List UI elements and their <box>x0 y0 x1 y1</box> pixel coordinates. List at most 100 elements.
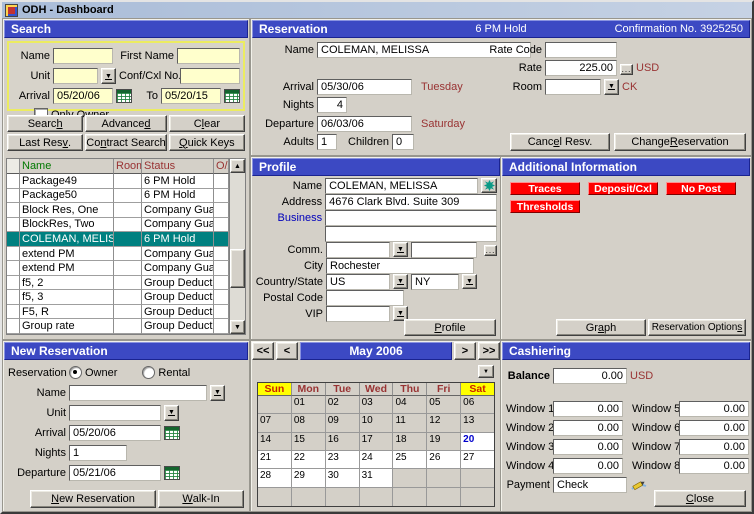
business-field[interactable] <box>325 210 497 226</box>
window-amount-field[interactable]: 0.00 <box>679 420 749 436</box>
nr-unit-field[interactable] <box>69 405 161 421</box>
window-amount-field[interactable]: 0.00 <box>679 401 749 417</box>
search-name-input[interactable] <box>53 48 113 64</box>
calendar-day[interactable]: 26 <box>427 451 461 469</box>
reservation-options-button[interactable]: Reservation Options <box>648 319 746 336</box>
address-field[interactable]: 4676 Clark Blvd. Suite 309 <box>325 194 497 210</box>
results-scrollbar[interactable]: ▲ ▼ <box>229 159 245 334</box>
search-first-name-input[interactable] <box>177 48 240 64</box>
rental-radio[interactable] <box>142 366 155 379</box>
calendar-day[interactable]: 21 <box>258 451 292 469</box>
next-year-button[interactable]: >> <box>478 342 500 360</box>
profile-name-field[interactable]: COLEMAN, MELISSA <box>325 178 478 194</box>
resv-arrival-field[interactable]: 05/30/06 <box>317 79 412 95</box>
window-amount-field[interactable]: 0.00 <box>679 439 749 455</box>
search-arrival-input[interactable]: 05/20/06 <box>53 88 113 104</box>
calendar-day[interactable]: 12 <box>427 414 461 432</box>
column-header-room[interactable]: Room <box>114 159 142 174</box>
nr-departure-field[interactable]: 05/21/06 <box>69 465 161 481</box>
calendar-day[interactable]: 17 <box>360 433 394 451</box>
calendar-day[interactable]: 16 <box>326 433 360 451</box>
scroll-up-button[interactable]: ▲ <box>230 159 245 173</box>
table-row[interactable]: extend PMCompany Guara <box>7 247 229 262</box>
calendar-day[interactable]: 09 <box>326 414 360 432</box>
table-row[interactable]: f5, 3Group Deduct <box>7 290 229 305</box>
balance-field[interactable]: 0.00 <box>553 368 627 384</box>
country-dropdown-button[interactable]: ▼ <box>393 274 408 289</box>
owner-radio[interactable] <box>69 366 82 379</box>
calendar-day[interactable]: 23 <box>326 451 360 469</box>
calendar-day[interactable]: 10 <box>360 414 394 432</box>
calendar-icon[interactable] <box>164 426 180 440</box>
scroll-track[interactable] <box>230 173 245 320</box>
prev-month-button[interactable]: < <box>276 342 298 360</box>
thresholds-lamp[interactable]: Thresholds <box>510 200 580 213</box>
rate-ellipsis-button[interactable]: ... <box>620 64 633 75</box>
scroll-down-button[interactable]: ▼ <box>230 320 245 334</box>
business-label[interactable]: Business <box>255 212 322 224</box>
calendar-day[interactable]: 18 <box>393 433 427 451</box>
calendar-day[interactable]: 11 <box>393 414 427 432</box>
calendar-day[interactable]: 06 <box>461 396 494 414</box>
rate-code-field[interactable] <box>545 42 617 58</box>
scroll-thumb[interactable] <box>230 249 245 287</box>
window-amount-field[interactable]: 0.00 <box>553 439 623 455</box>
change-reservation-button[interactable]: Change Reservation <box>614 133 746 151</box>
nights-field[interactable]: 4 <box>317 97 347 113</box>
calendar-day[interactable]: 27 <box>461 451 494 469</box>
calendar-day[interactable]: 01 <box>292 396 326 414</box>
traces-lamp[interactable]: Traces <box>510 182 580 195</box>
window-amount-field[interactable]: 0.00 <box>553 458 623 474</box>
comm-dropdown-button[interactable]: ▼ <box>393 242 408 257</box>
quick-keys-button[interactable]: Quick Keys <box>169 134 245 151</box>
address2-field[interactable] <box>325 226 497 242</box>
search-unit-input[interactable] <box>53 68 98 84</box>
payment-edit-icon[interactable] <box>630 478 648 492</box>
nr-arrival-field[interactable]: 05/20/06 <box>69 425 161 441</box>
room-dropdown-button[interactable]: ▼ <box>604 79 619 95</box>
calendar-day[interactable]: 14 <box>258 433 292 451</box>
walk-in-button[interactable]: Walk-In <box>158 490 244 508</box>
window-amount-field[interactable]: 0.00 <box>553 401 623 417</box>
profile-search-icon[interactable] <box>481 178 497 193</box>
column-header-name[interactable]: Name <box>20 159 114 174</box>
country-field[interactable]: US <box>326 274 390 290</box>
adults-field[interactable]: 1 <box>317 134 337 150</box>
calendar-day[interactable]: 02 <box>326 396 360 414</box>
calendar-day[interactable]: 04 <box>393 396 427 414</box>
comm-type-field[interactable] <box>326 242 390 258</box>
nr-name-dropdown-button[interactable]: ▼ <box>210 385 225 401</box>
calendar-icon[interactable] <box>116 89 132 103</box>
advanced-button[interactable]: Advanced <box>85 115 167 132</box>
calendar-day[interactable]: 28 <box>258 469 292 487</box>
search-conf-input[interactable] <box>180 68 240 84</box>
calendar-day[interactable]: 29 <box>292 469 326 487</box>
calendar-day[interactable]: 30 <box>326 469 360 487</box>
close-button[interactable]: Close <box>654 490 746 507</box>
table-row[interactable]: Package506 PM Hold <box>7 189 229 204</box>
calendar-icon[interactable] <box>224 89 240 103</box>
state-dropdown-button[interactable]: ▼ <box>462 274 477 289</box>
table-row[interactable]: F5, RGroup Deduct <box>7 305 229 320</box>
vip-field[interactable] <box>326 306 390 322</box>
table-row[interactable]: extend PMCompany Guara <box>7 261 229 276</box>
graph-button[interactable]: Graph <box>556 319 646 336</box>
cancel-resv-button[interactable]: Cancel Resv. <box>510 133 610 151</box>
calendar-day[interactable]: 19 <box>427 433 461 451</box>
nr-name-field[interactable] <box>69 385 207 401</box>
calendar-icon[interactable] <box>164 466 180 480</box>
next-month-button[interactable]: > <box>454 342 476 360</box>
table-row[interactable]: COLEMAN, MELISSA6 PM Hold <box>7 232 229 247</box>
window-amount-field[interactable]: 0.00 <box>679 458 749 474</box>
table-row[interactable]: Group rateGroup Deduct <box>7 319 229 334</box>
comm-value-field[interactable] <box>411 242 477 258</box>
comm-ellipsis-button[interactable]: ... <box>484 245 497 256</box>
profile-button[interactable]: Profile <box>404 319 496 336</box>
calendar-day[interactable]: 25 <box>393 451 427 469</box>
last-resv-button[interactable]: Last Resv. <box>7 134 83 151</box>
search-button[interactable]: Search <box>7 115 83 132</box>
no-post-lamp[interactable]: No Post <box>666 182 736 195</box>
city-field[interactable]: Rochester <box>326 258 474 274</box>
children-field[interactable]: 0 <box>392 134 414 150</box>
nr-unit-dropdown-button[interactable]: ▼ <box>164 405 179 421</box>
